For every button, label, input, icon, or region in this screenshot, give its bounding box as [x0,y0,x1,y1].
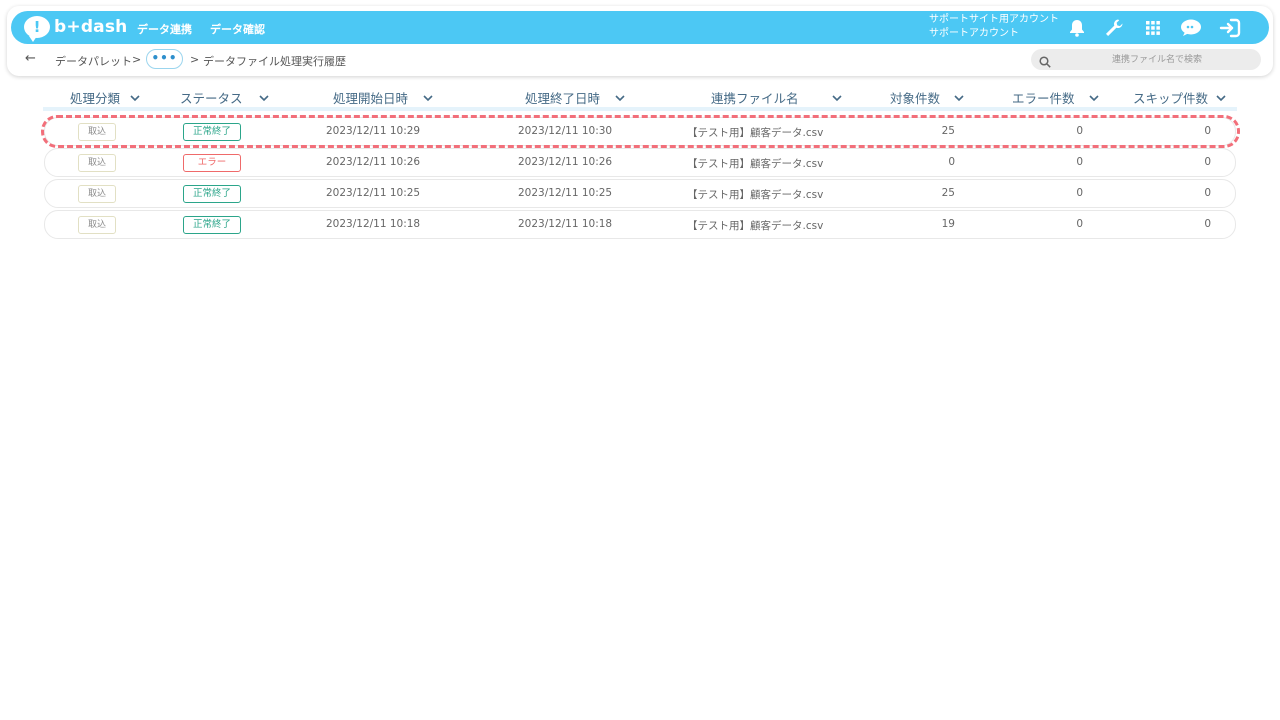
breadcrumb-more-button[interactable]: ••• [146,49,183,69]
column-header-label: スキップ件数 [1133,91,1209,106]
bell-icon[interactable] [1066,17,1088,39]
status-badge: エラー [183,154,241,172]
file-name: 【テスト用】顧客データ.csv [687,158,824,170]
search-box[interactable] [1031,49,1261,70]
breadcrumb-separator: > [190,53,200,66]
start-time: 2023/12/11 10:18 [326,218,421,230]
logo[interactable]: ! b+dash [24,15,128,42]
breadcrumb-separator: > [132,53,142,66]
skip-count: 0 [1204,125,1211,137]
table-row[interactable]: 取込 正常終了 2023/12/11 10:18 2023/12/11 10:1… [44,210,1236,239]
target-count: 25 [941,125,955,137]
column-header-kind[interactable]: 処理分類 [70,88,140,107]
table-row[interactable]: 取込 正常終了 2023/12/11 10:29 2023/12/11 10:3… [44,117,1236,146]
chevron-down-icon [615,90,625,105]
table-row[interactable]: 取込 正常終了 2023/12/11 10:25 2023/12/11 10:2… [44,179,1236,208]
table-header-divider [43,107,1237,111]
end-time: 2023/12/11 10:30 [518,125,613,137]
skip-count: 0 [1204,187,1211,199]
logo-bubble-icon: ! [24,16,50,42]
status-badge: 正常終了 [183,216,241,234]
chevron-down-icon [423,90,433,105]
nav-data-check[interactable]: データ確認 [210,21,265,37]
page-title: データファイル処理実行履歴 [203,55,346,68]
target-count: 19 [941,218,955,230]
file-name: 【テスト用】顧客データ.csv [687,127,824,139]
column-header-filename[interactable]: 連携ファイル名 [711,88,842,107]
status-badge: 正常終了 [183,185,241,203]
column-header-status[interactable]: ステータス [180,88,269,107]
chevron-down-icon [954,90,964,105]
wrench-icon[interactable] [1103,17,1125,39]
logo-mark: ! [33,18,41,36]
kind-badge: 取込 [78,216,116,234]
chevron-down-icon [130,90,140,105]
logout-icon[interactable] [1219,17,1241,39]
chevron-down-icon [1216,90,1226,105]
error-count: 0 [1076,218,1083,230]
breadcrumb-data-palette[interactable]: データパレット [55,53,132,69]
skip-count: 0 [1204,218,1211,230]
error-count: 0 [1076,125,1083,137]
column-header-label: ステータス [180,91,243,106]
kind-badge: 取込 [78,154,116,172]
file-name: 【テスト用】顧客データ.csv [687,220,824,232]
error-count: 0 [1076,156,1083,168]
column-header-skips[interactable]: スキップ件数 [1133,88,1226,107]
target-count: 0 [948,156,955,168]
account-name: サポートサイト用アカウント [929,14,1059,25]
search-input[interactable] [1059,51,1255,68]
end-time: 2023/12/11 10:18 [518,218,613,230]
table-row[interactable]: 取込 エラー 2023/12/11 10:26 2023/12/11 10:26… [44,148,1236,177]
chevron-down-icon [1088,90,1099,105]
start-time: 2023/12/11 10:25 [326,187,421,199]
file-name: 【テスト用】顧客データ.csv [687,189,824,201]
column-header-end[interactable]: 処理終了日時 [525,88,625,107]
grid-icon[interactable] [1142,17,1164,39]
start-time: 2023/12/11 10:26 [326,156,421,168]
column-header-label: 対象件数 [890,91,941,106]
error-count: 0 [1076,187,1083,199]
top-bar: ! b+dash データ連携 データ確認 サポートサイト用アカウント サポートア… [11,11,1269,44]
chevron-down-icon [258,90,269,105]
end-time: 2023/12/11 10:25 [518,187,613,199]
account-info[interactable]: サポートサイト用アカウント サポートアカウント [929,13,1059,41]
chevron-down-icon [831,90,842,105]
column-header-label: 処理開始日時 [333,91,409,106]
column-header-label: 連携ファイル名 [711,91,799,106]
skip-count: 0 [1204,156,1211,168]
kind-badge: 取込 [78,185,116,203]
nav-data-link[interactable]: データ連携 [137,21,192,37]
chat-icon[interactable] [1180,17,1202,39]
column-header-label: 処理分類 [70,91,121,106]
table-header: 処理分類 ステータス 処理開始日時 処理終了日時 連携ファイル名 対象件数 エラ… [43,86,1237,108]
search-icon [1039,53,1051,72]
status-badge: 正常終了 [183,123,241,141]
column-header-target[interactable]: 対象件数 [890,88,964,107]
column-header-start[interactable]: 処理開始日時 [333,88,433,107]
account-user: サポートアカウント [929,28,1019,39]
logo-text: b+dash [54,17,128,37]
start-time: 2023/12/11 10:29 [326,125,421,137]
kind-badge: 取込 [78,123,116,141]
column-header-label: エラー件数 [1012,91,1075,106]
column-header-errors[interactable]: エラー件数 [1012,88,1099,107]
end-time: 2023/12/11 10:26 [518,156,613,168]
back-arrow-icon[interactable]: ← [25,51,36,66]
target-count: 25 [941,187,955,199]
column-header-label: 処理終了日時 [525,91,601,106]
